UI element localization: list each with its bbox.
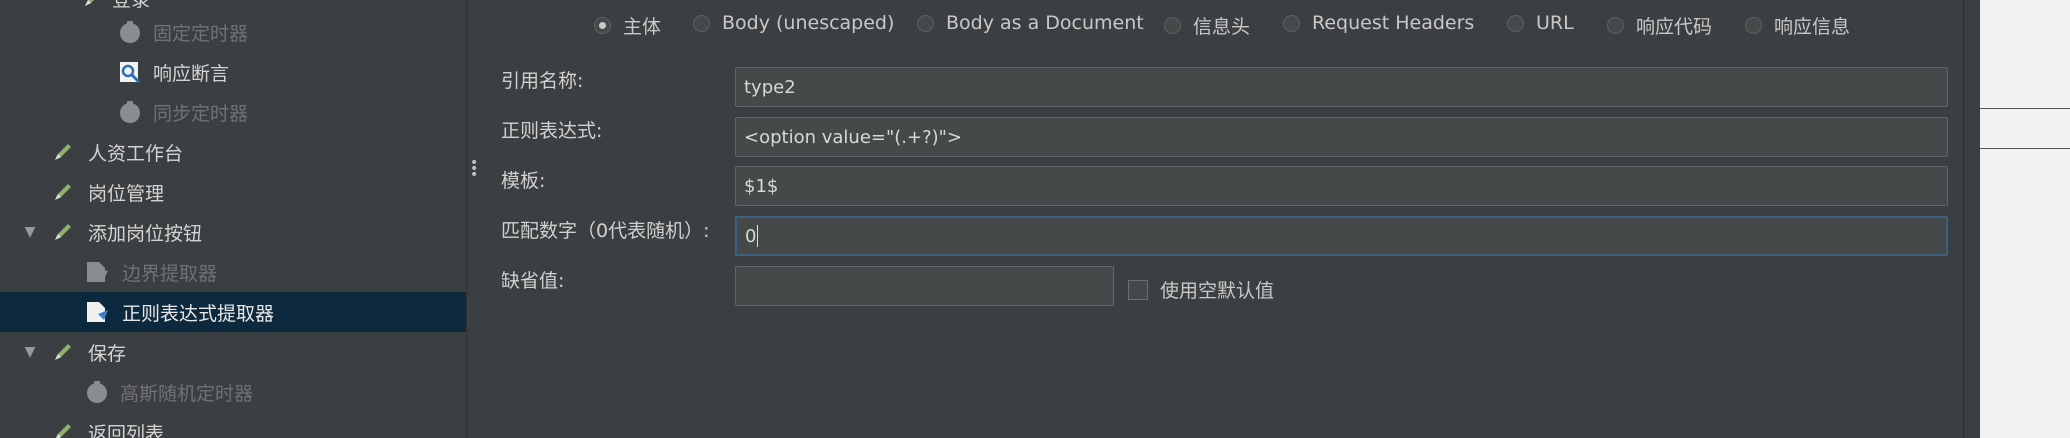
text-caret [757, 225, 759, 247]
test-plan-tree: 登录 固定定时器 响应断言 同步定时器 人资工作台 岗位管理 ▼ [0, 0, 466, 438]
radio-button[interactable] [1745, 17, 1762, 34]
extractor-icon [84, 259, 110, 285]
sampler-pencil-icon [50, 179, 76, 205]
splitter-grip-icon[interactable]: • • • [470, 156, 478, 182]
assertion-icon [117, 59, 143, 85]
sampler-pencil-icon [80, 0, 106, 11]
reference-name-input[interactable]: type2 [735, 67, 1948, 107]
radio-apply-headers[interactable]: 信息头 [1164, 12, 1250, 39]
tree-item-label: 响应断言 [153, 62, 230, 85]
window-edge-bar [1963, 0, 1981, 438]
radio-label: 主体 [623, 16, 662, 38]
tree-item-label: 固定定时器 [153, 22, 249, 45]
tree-item-fixed-timer[interactable]: 固定定时器 [0, 12, 466, 52]
tree-item-label: 正则表达式提取器 [122, 302, 275, 325]
timer-icon [117, 19, 143, 45]
radio-label: URL [1536, 12, 1574, 34]
radio-button[interactable] [594, 17, 611, 34]
tree-item-label: 添加岗位按钮 [88, 222, 203, 245]
tree-item-gaussian-timer[interactable]: 高斯随机定时器 [0, 372, 466, 412]
tree-item-label: 人资工作台 [88, 142, 184, 165]
match-number-label: 匹配数字（0代表随机）: [501, 220, 710, 242]
radio-apply-url[interactable]: URL [1507, 12, 1574, 34]
adjacent-window-area [1980, 0, 2070, 438]
sampler-pencil-icon [50, 139, 76, 165]
radio-apply-response-message[interactable]: 响应信息 [1745, 12, 1850, 39]
radio-label: Body as a Document [946, 12, 1144, 34]
tree-item-label: 同步定时器 [153, 102, 249, 125]
field-value: $1$ [744, 175, 779, 197]
tree-item-response-assertion[interactable]: 响应断言 [0, 52, 466, 92]
template-label: 模板: [501, 170, 546, 192]
field-value: type2 [744, 76, 796, 98]
radio-button[interactable] [693, 14, 710, 32]
regex-extractor-form: 主体 Body (unescaped) Body as a Document 信… [483, 0, 1963, 438]
use-empty-default-checkbox[interactable]: 使用空默认值 [1128, 276, 1274, 303]
reference-name-label: 引用名称: [501, 70, 584, 92]
tree-item-label: 登录 [112, 0, 150, 12]
tree-item-return-list[interactable]: 返回列表 [0, 412, 466, 438]
radio-button[interactable] [1607, 17, 1624, 34]
radio-button[interactable] [917, 14, 934, 32]
radio-label: 信息头 [1193, 16, 1251, 38]
checkbox-box[interactable] [1128, 279, 1148, 300]
timer-icon [84, 379, 110, 405]
radio-label: 响应代码 [1636, 16, 1713, 38]
tree-item-label: 边界提取器 [122, 262, 218, 285]
match-number-input[interactable]: 0 [735, 216, 1948, 256]
tree-item-label: 高斯随机定时器 [120, 382, 254, 405]
sampler-pencil-icon [50, 419, 76, 438]
radio-button[interactable] [1283, 14, 1300, 32]
tree-item-regex-extractor[interactable]: 正则表达式提取器 [0, 292, 466, 332]
tree-item-label: 岗位管理 [88, 182, 165, 205]
split-pane-divider[interactable] [466, 0, 484, 438]
regex-input[interactable]: <option value="(.+?)"> [735, 117, 1948, 157]
tree-item-add-position-button[interactable]: ▼ 添加岗位按钮 [0, 212, 466, 252]
radio-label: Body (unescaped) [722, 12, 895, 34]
sampler-pencil-icon [50, 219, 76, 245]
field-value: 0 [745, 225, 757, 247]
radio-label: 响应信息 [1774, 16, 1851, 38]
default-value-input[interactable] [735, 266, 1114, 306]
radio-label: Request Headers [1312, 12, 1475, 34]
checkbox-label: 使用空默认值 [1160, 280, 1275, 302]
tree-item-sync-timer[interactable]: 同步定时器 [0, 92, 466, 132]
tree-item-label: 返回列表 [88, 422, 165, 438]
tree-item-label: 保存 [88, 342, 127, 365]
radio-apply-request-headers[interactable]: Request Headers [1283, 12, 1474, 34]
tree-item-save[interactable]: ▼ 保存 [0, 332, 466, 372]
tree-item-boundary-extractor[interactable]: 边界提取器 [0, 252, 466, 292]
field-value: <option value="(.+?)"> [744, 126, 963, 148]
tree-item-position-management[interactable]: 岗位管理 [0, 172, 466, 212]
sampler-pencil-icon [50, 339, 76, 365]
radio-apply-body-unescaped[interactable]: Body (unescaped) [693, 12, 894, 34]
extractor-icon [84, 299, 110, 325]
radio-apply-response-code[interactable]: 响应代码 [1607, 12, 1712, 39]
divider-line [1980, 148, 2070, 149]
radio-apply-body-as-document[interactable]: Body as a Document [917, 12, 1144, 34]
expand-arrow-icon[interactable]: ▼ [22, 224, 38, 240]
radio-button[interactable] [1164, 17, 1181, 34]
timer-icon [117, 99, 143, 125]
radio-button[interactable] [1507, 14, 1524, 32]
template-input[interactable]: $1$ [735, 166, 1948, 206]
regex-label: 正则表达式: [501, 120, 603, 142]
default-value-label: 缺省值: [501, 270, 565, 292]
radio-apply-main-body[interactable]: 主体 [594, 12, 661, 39]
expand-arrow-icon[interactable]: ▼ [22, 344, 38, 360]
tree-item-hr-workbench[interactable]: 人资工作台 [0, 132, 466, 172]
divider-line [1980, 108, 2070, 109]
